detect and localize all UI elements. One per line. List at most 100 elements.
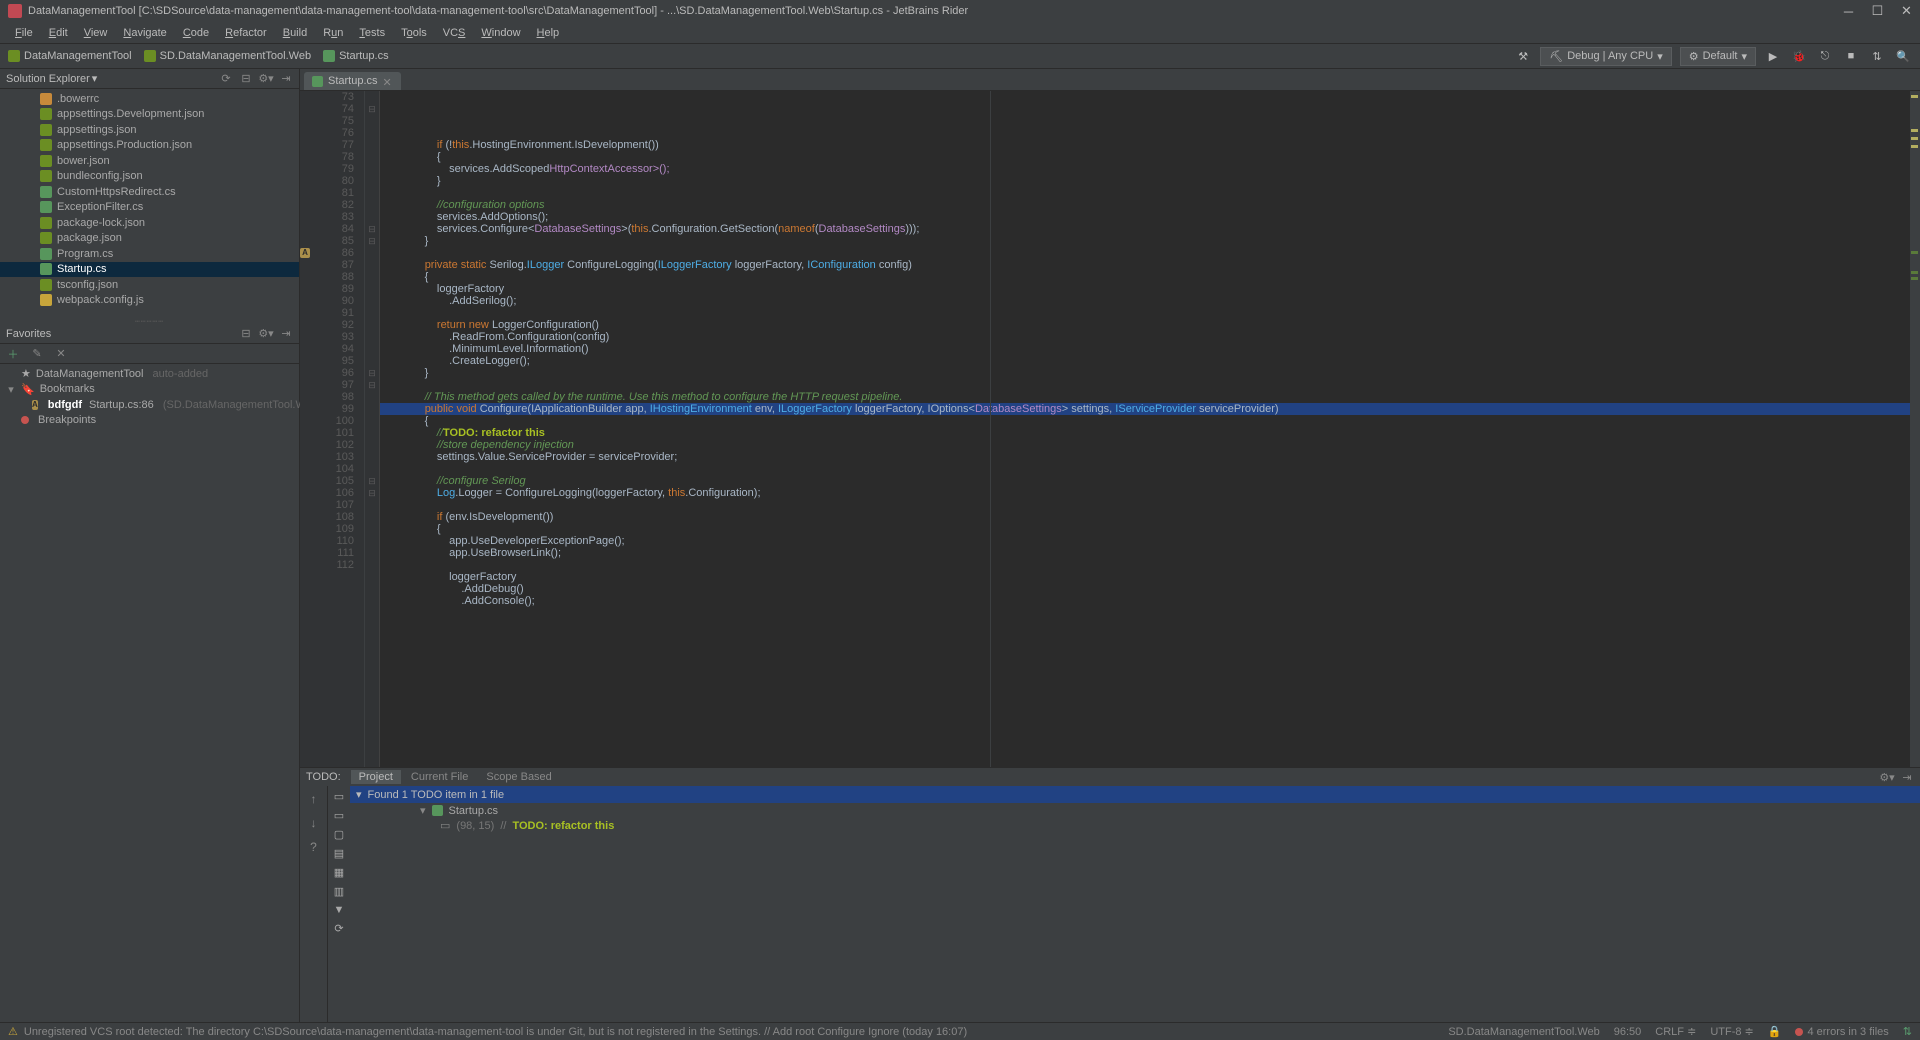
- code-view[interactable]: if (!this.HostingEnvironment.IsDevelopme…: [380, 91, 1910, 767]
- tab-current[interactable]: Current File: [403, 770, 476, 784]
- tree-item[interactable]: bundleconfig.json: [0, 169, 299, 185]
- run-icon[interactable]: ▶: [1764, 47, 1782, 65]
- status-position[interactable]: 96:50: [1614, 1026, 1642, 1038]
- error-stripe[interactable]: [1910, 91, 1920, 767]
- minimize-icon[interactable]: ─: [1843, 6, 1854, 17]
- todo-summary[interactable]: ▾Found 1 TODO item in 1 file: [350, 786, 1920, 803]
- bookmarks-node[interactable]: ▾🔖Bookmarks: [0, 382, 299, 398]
- filter-icon[interactable]: ▼: [334, 904, 345, 916]
- down-icon[interactable]: ↓: [305, 814, 323, 832]
- favorites-tree[interactable]: ★DataManagementToolauto-added ▾🔖Bookmark…: [0, 364, 299, 1022]
- tab-project[interactable]: Project: [351, 770, 401, 784]
- menu-refactor[interactable]: Refactor: [218, 25, 274, 41]
- tree-item[interactable]: Startup.cs: [0, 262, 299, 278]
- bookmark-gutter[interactable]: A: [300, 91, 310, 767]
- menu-build[interactable]: Build: [276, 25, 314, 41]
- target-combo[interactable]: ⚙Default▾: [1680, 47, 1756, 66]
- sync-icon[interactable]: ⟳: [219, 72, 233, 86]
- menu-tests[interactable]: Tests: [352, 25, 392, 41]
- todo-file[interactable]: ▾Startup.cs: [350, 803, 1920, 818]
- up-icon[interactable]: ↑: [305, 790, 323, 808]
- info-marker[interactable]: [1911, 271, 1918, 274]
- group-icon[interactable]: ▤: [334, 847, 344, 860]
- status-encoding[interactable]: UTF-8 ≑: [1710, 1025, 1753, 1038]
- menu-edit[interactable]: Edit: [42, 25, 75, 41]
- menu-file[interactable]: File: [8, 25, 40, 41]
- tree-item[interactable]: webpack.config.js: [0, 293, 299, 309]
- build-icon[interactable]: ⚒: [1514, 47, 1532, 65]
- gear-icon[interactable]: ⚙▾: [259, 327, 273, 341]
- tree-item[interactable]: appsettings.json: [0, 122, 299, 138]
- breadcrumb-project[interactable]: SD.DataManagementTool.Web: [144, 50, 311, 62]
- breakpoints-node[interactable]: Breakpoints: [0, 413, 299, 429]
- line-gutter[interactable]: 7374757677787980818283848586878889909192…: [310, 91, 365, 767]
- todo-entry[interactable]: ▭(98, 15) // TODO: refactor this: [350, 818, 1920, 833]
- gear-icon[interactable]: ⚙▾: [259, 72, 273, 86]
- close-icon[interactable]: ✕: [1901, 6, 1912, 17]
- bookmark-item[interactable]: AbdfgdfStartup.cs:86(SD.DataManagementTo…: [0, 397, 299, 413]
- collapse-icon[interactable]: ⊟: [239, 327, 253, 341]
- status-project[interactable]: SD.DataManagementTool.Web: [1448, 1026, 1599, 1038]
- delete-icon[interactable]: ✕: [54, 347, 68, 361]
- refresh-icon[interactable]: ⟳: [334, 922, 343, 935]
- warn-marker[interactable]: [1911, 129, 1918, 132]
- collapse-icon[interactable]: ▭: [334, 809, 344, 822]
- tree-item[interactable]: appsettings.Development.json: [0, 107, 299, 123]
- status-ending[interactable]: CRLF ≑: [1655, 1025, 1696, 1038]
- menu-window[interactable]: Window: [474, 25, 527, 41]
- tree-item[interactable]: ExceptionFilter.cs: [0, 200, 299, 216]
- tree-item[interactable]: bower.json: [0, 153, 299, 169]
- menu-view[interactable]: View: [77, 25, 115, 41]
- help-icon[interactable]: ?: [305, 838, 323, 856]
- menu-navigate[interactable]: Navigate: [116, 25, 173, 41]
- warn-marker[interactable]: [1911, 137, 1918, 140]
- preview-icon[interactable]: ▥: [334, 885, 344, 898]
- maximize-icon[interactable]: ☐: [1872, 6, 1883, 17]
- solution-tree[interactable]: .bowerrcappsettings.Development.jsonapps…: [0, 89, 299, 319]
- lock-icon[interactable]: 🔒: [1768, 1025, 1782, 1038]
- expand-icon[interactable]: ▭: [334, 790, 344, 803]
- edit-icon[interactable]: ✎: [30, 347, 44, 361]
- tree-item[interactable]: package-lock.json: [0, 215, 299, 231]
- tree-item[interactable]: tsconfig.json: [0, 277, 299, 293]
- tree-item[interactable]: CustomHttpsRedirect.cs: [0, 184, 299, 200]
- fold-gutter[interactable]: ⊟⊟⊟⊟⊟⊟⊟: [365, 91, 380, 767]
- hide-icon[interactable]: ⇥: [279, 327, 293, 341]
- editor-body[interactable]: A 73747576777879808182838485868788899091…: [300, 91, 1920, 767]
- hide-icon[interactable]: ⇥: [1900, 770, 1914, 784]
- close-tab-icon[interactable]: ✕: [383, 76, 393, 86]
- todo-results[interactable]: ▾Found 1 TODO item in 1 file ▾Startup.cs…: [350, 786, 1920, 1022]
- tab-scope[interactable]: Scope Based: [478, 770, 559, 784]
- add-icon[interactable]: ＋: [6, 347, 20, 361]
- status-errors[interactable]: 4 errors in 3 files: [1795, 1026, 1888, 1038]
- menu-vcs[interactable]: VCS: [436, 25, 473, 41]
- search-icon[interactable]: 🔍: [1894, 47, 1912, 65]
- warn-marker[interactable]: [1911, 95, 1918, 98]
- menu-help[interactable]: Help: [530, 25, 567, 41]
- tree-item[interactable]: appsettings.Production.json: [0, 138, 299, 154]
- tree-item[interactable]: package.json: [0, 231, 299, 247]
- favorite-root[interactable]: ★DataManagementToolauto-added: [0, 366, 299, 382]
- info-marker[interactable]: [1911, 251, 1918, 254]
- menu-code[interactable]: Code: [176, 25, 216, 41]
- status-message[interactable]: Unregistered VCS root detected: The dire…: [24, 1026, 967, 1038]
- warn-marker[interactable]: [1911, 145, 1918, 148]
- stop-icon[interactable]: ■: [1842, 47, 1860, 65]
- git-icon[interactable]: ⇅: [1868, 47, 1886, 65]
- gear-icon[interactable]: ⚙▾: [1880, 770, 1894, 784]
- breadcrumb-file[interactable]: Startup.cs: [323, 50, 389, 62]
- menu-run[interactable]: Run: [316, 25, 350, 41]
- tree-item[interactable]: .bowerrc: [0, 91, 299, 107]
- git-sync-icon[interactable]: ⇅: [1903, 1025, 1912, 1038]
- info-marker[interactable]: [1911, 277, 1918, 280]
- breadcrumb-root[interactable]: DataManagementTool: [8, 50, 132, 62]
- auto-icon[interactable]: ▢: [334, 828, 344, 841]
- collapse-icon[interactable]: ⊟: [239, 72, 253, 86]
- attach-icon[interactable]: ⎋: [1816, 47, 1834, 65]
- tree-icon[interactable]: ▦: [334, 866, 344, 879]
- config-combo[interactable]: ⛏Debug | Any CPU▾: [1540, 47, 1672, 66]
- bookmark-badge[interactable]: A: [300, 248, 310, 258]
- warn-icon[interactable]: ⚠: [8, 1025, 18, 1038]
- hide-icon[interactable]: ⇥: [279, 72, 293, 86]
- debug-icon[interactable]: 🐞: [1790, 47, 1808, 65]
